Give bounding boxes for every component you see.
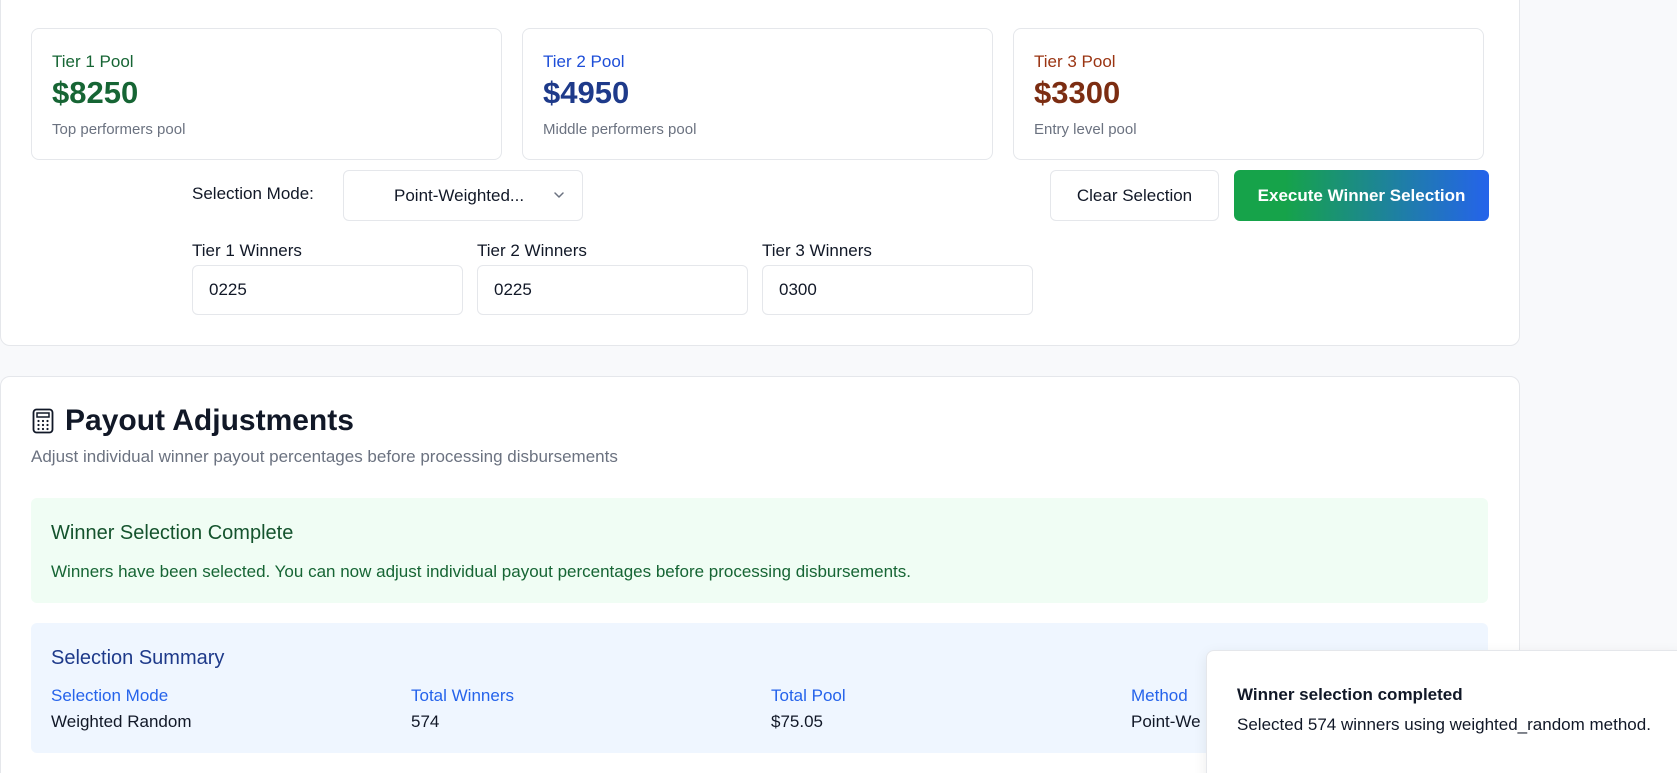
selection-complete-description: Winners have been selected. You can now … xyxy=(51,562,911,581)
toast-description: Selected 574 winners using weighted_rand… xyxy=(1237,715,1651,734)
summary-value: Weighted Random xyxy=(51,712,192,731)
toast-notification: Winner selection completed Selected 574 … xyxy=(1206,650,1677,773)
summary-item-method: Method Point-We xyxy=(1131,686,1201,732)
tier-1-pool-title: Tier 1 Pool xyxy=(52,52,134,71)
tier-1-pool-card: Tier 1 Pool $8250 Top performers pool xyxy=(31,28,502,160)
summary-value: Point-We xyxy=(1131,712,1201,731)
summary-value: 574 xyxy=(411,712,440,731)
selection-mode-value: Point-Weighted... xyxy=(394,186,525,205)
tier-3-pool-card: Tier 3 Pool $3300 Entry level pool xyxy=(1013,28,1484,160)
payout-adjustments-title: Payout Adjustments xyxy=(65,404,354,437)
calculator-icon xyxy=(32,408,54,434)
tier-3-pool-amount: $3300 xyxy=(1034,75,1121,110)
toast-title: Winner selection completed xyxy=(1237,685,1463,704)
tier-3-pool-subtitle: Entry level pool xyxy=(1034,121,1137,138)
summary-item-selection-mode: Selection Mode Weighted Random xyxy=(51,686,192,732)
payout-adjustments-subtitle: Adjust individual winner payout percenta… xyxy=(31,447,618,466)
execute-winner-selection-button[interactable]: Execute Winner Selection xyxy=(1234,170,1489,221)
tier-3-winners-input[interactable] xyxy=(762,265,1033,315)
tier-1-pool-amount: $8250 xyxy=(52,75,139,110)
summary-value: $75.05 xyxy=(771,712,823,731)
selection-summary-title: Selection Summary xyxy=(51,647,225,669)
summary-key: Total Pool xyxy=(771,686,846,705)
tier-2-pool-title: Tier 2 Pool xyxy=(543,52,625,71)
tier-2-pool-subtitle: Middle performers pool xyxy=(543,121,697,138)
tier-3-pool-title: Tier 3 Pool xyxy=(1034,52,1116,71)
tier-1-winners-input[interactable] xyxy=(192,265,463,315)
tier-1-winners-label: Tier 1 Winners xyxy=(192,241,302,260)
summary-key: Method xyxy=(1131,686,1188,705)
tier-3-winners-label: Tier 3 Winners xyxy=(762,241,872,260)
selection-complete-alert: Winner Selection Complete Winners have b… xyxy=(31,498,1488,603)
selection-complete-title: Winner Selection Complete xyxy=(51,522,294,544)
tier-1-pool-subtitle: Top performers pool xyxy=(52,121,186,138)
summary-key: Selection Mode xyxy=(51,686,169,705)
selection-mode-label: Selection Mode: xyxy=(192,184,314,203)
tier-2-winners-input[interactable] xyxy=(477,265,748,315)
clear-selection-button[interactable]: Clear Selection xyxy=(1050,170,1219,221)
summary-item-total-pool: Total Pool $75.05 xyxy=(771,686,846,732)
selection-mode-select[interactable]: Point-Weighted... xyxy=(343,170,583,221)
summary-key: Total Winners xyxy=(411,686,514,705)
tier-2-winners-label: Tier 2 Winners xyxy=(477,241,587,260)
tier-2-pool-amount: $4950 xyxy=(543,75,630,110)
chevron-down-icon xyxy=(554,192,564,198)
tier-2-pool-card: Tier 2 Pool $4950 Middle performers pool xyxy=(522,28,993,160)
summary-item-total-winners: Total Winners 574 xyxy=(411,686,514,732)
